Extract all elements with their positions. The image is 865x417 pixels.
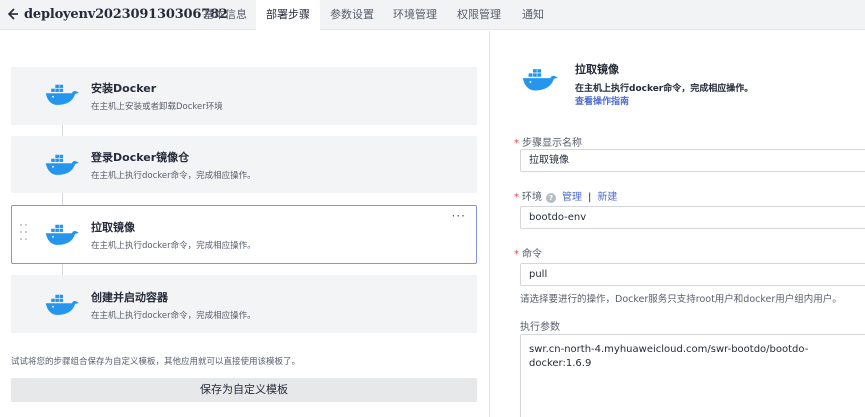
- operation-guide-link[interactable]: 查看操作指南: [575, 94, 629, 107]
- environment-select[interactable]: bootdo-env: [520, 206, 865, 229]
- help-icon[interactable]: ?: [546, 193, 556, 203]
- tab-permissions[interactable]: 权限管理: [449, 0, 509, 30]
- step-name: 登录Docker镜像仓: [91, 151, 190, 164]
- drag-handle-icon[interactable]: [20, 224, 28, 244]
- environment-label: * 环境? 管理 | 新建: [514, 192, 618, 203]
- detail-title: 拉取镜像: [575, 63, 619, 76]
- params-label: 执行参数: [520, 322, 560, 333]
- step-card-docker-login[interactable]: 登录Docker镜像仓 在主机上执行docker命令，完成相应操作。: [11, 136, 477, 193]
- step-name: 安装Docker: [91, 82, 157, 95]
- docker-whale-icon: [45, 84, 79, 105]
- step-detail-panel: 拉取镜像 在主机上执行docker命令，完成相应操作。 查看操作指南 * 步骤显示…: [491, 31, 865, 417]
- docker-whale-icon: [522, 69, 558, 91]
- command-help-text: 请选择要进行的操作，Docker服务只支持root用户和docker用户组内用户…: [520, 294, 842, 305]
- command-select[interactable]: pull: [520, 263, 865, 286]
- template-hint: 试试将您的步骤组合保存为自定义模板，其他应用就可以直接使用该模板了。: [11, 357, 301, 367]
- tab-parameters[interactable]: 参数设置: [322, 0, 382, 30]
- required-mark: *: [514, 138, 519, 149]
- tab-deploy-steps[interactable]: 部署步骤: [256, 0, 320, 30]
- step-connector: [62, 264, 63, 275]
- top-bar: deployenv202309130306782 基本信息 部署步骤 参数设置 …: [0, 0, 865, 30]
- arrow-left-icon[interactable]: [4, 6, 20, 22]
- step-list-panel: 安装Docker 在主机上安装或者卸载Docker环境 登录Docker镜像仓 …: [0, 31, 490, 417]
- new-env-link[interactable]: 新建: [597, 192, 617, 203]
- step-description: 在主机上安装或者卸载Docker环境: [91, 102, 223, 112]
- step-card-create-container[interactable]: 创建并启动容器 在主机上执行docker命令，完成相应操作。: [11, 275, 477, 333]
- step-card-install-docker[interactable]: 安装Docker 在主机上安装或者卸载Docker环境: [11, 67, 477, 125]
- step-connector: [62, 193, 63, 205]
- detail-description: 在主机上执行docker命令，完成相应操作。: [575, 84, 754, 94]
- step-connector: [62, 125, 63, 136]
- display-name-input[interactable]: 拉取镜像: [520, 149, 865, 172]
- command-label: * 命令: [514, 249, 542, 260]
- link-separator: |: [588, 192, 592, 203]
- display-name-label: * 步骤显示名称: [514, 138, 582, 149]
- step-description: 在主机上执行docker命令，完成相应操作。: [91, 171, 256, 181]
- required-mark: *: [514, 192, 519, 203]
- params-textarea[interactable]: swr.cn-north-4.myhuaweicloud.com/swr-boo…: [520, 334, 865, 417]
- tab-environments[interactable]: 环境管理: [385, 0, 445, 30]
- docker-whale-icon: [45, 154, 79, 175]
- step-name: 拉取镜像: [91, 221, 135, 234]
- required-mark: *: [514, 249, 519, 260]
- docker-whale-icon: [45, 224, 79, 245]
- step-name: 创建并启动容器: [91, 291, 168, 304]
- more-dots-icon[interactable]: ···: [452, 210, 466, 222]
- step-description: 在主机上执行docker命令，完成相应操作。: [91, 311, 256, 321]
- step-description: 在主机上执行docker命令，完成相应操作。: [91, 241, 256, 251]
- manage-env-link[interactable]: 管理: [562, 192, 582, 203]
- tab-basic-info[interactable]: 基本信息: [196, 0, 254, 30]
- tab-notifications[interactable]: 通知: [513, 0, 553, 30]
- step-card-pull-image[interactable]: 拉取镜像 在主机上执行docker命令，完成相应操作。 ···: [11, 205, 477, 264]
- docker-whale-icon: [45, 294, 79, 315]
- save-template-button[interactable]: 保存为自定义模板: [11, 378, 477, 402]
